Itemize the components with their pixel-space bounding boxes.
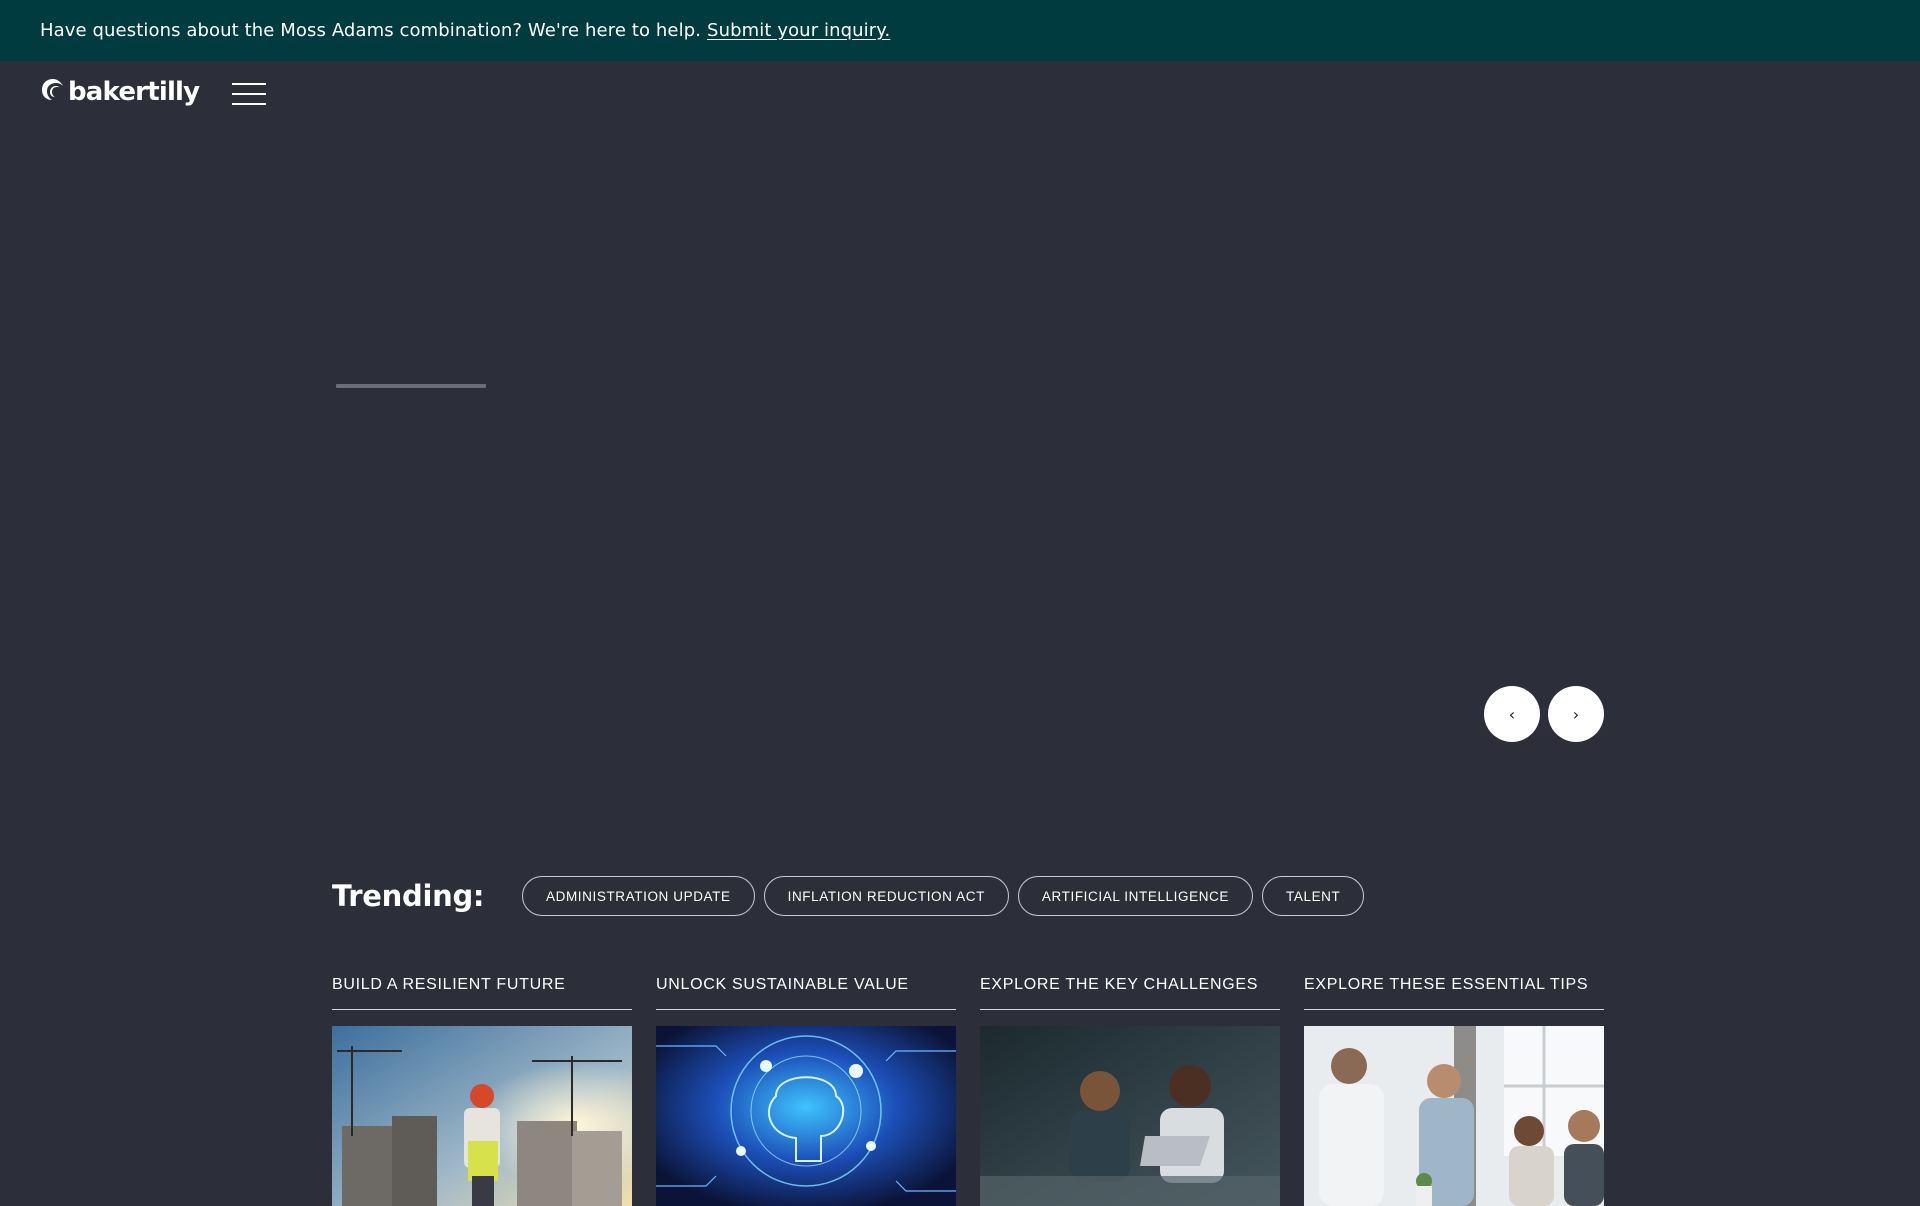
hamburger-menu-icon[interactable] <box>232 81 266 107</box>
colleagues-laptop-image <box>980 1026 1280 1206</box>
card-title: BUILD A RESILIENT FUTURE <box>332 970 632 1010</box>
office-meeting-image <box>1304 1026 1604 1206</box>
logo-wordmark: bakertilly <box>68 77 200 107</box>
carousel-next-button[interactable]: › <box>1548 686 1604 742</box>
carousel-prev-button[interactable]: ‹ <box>1484 686 1540 742</box>
submit-inquiry-link[interactable]: Submit your inquiry. <box>707 20 890 41</box>
ai-brain-image <box>656 1026 956 1206</box>
trending-tag-administration-update[interactable]: ADMINISTRATION UPDATE <box>522 876 755 916</box>
menu-line <box>232 103 266 105</box>
card-build-resilient-future[interactable]: BUILD A RESILIENT FUTURE <box>332 970 632 1206</box>
trending-tag-talent[interactable]: TALENT <box>1262 876 1365 916</box>
card-unlock-sustainable-value[interactable]: UNLOCK SUSTAINABLE VALUE <box>656 970 956 1206</box>
card-explore-essential-tips[interactable]: EXPLORE THESE ESSENTIAL TIPS <box>1304 970 1604 1206</box>
card-title: UNLOCK SUSTAINABLE VALUE <box>656 970 956 1010</box>
card-explore-key-challenges[interactable]: EXPLORE THE KEY CHALLENGES <box>980 970 1280 1206</box>
announcement-text: Have questions about the Moss Adams comb… <box>40 20 702 41</box>
announcement-bar: Have questions about the Moss Adams comb… <box>0 0 1920 61</box>
trending-bar: Trending: ADMINISTRATION UPDATE INFLATIO… <box>332 876 1373 916</box>
chevron-left-icon: ‹ <box>1508 704 1516 724</box>
feature-cards: BUILD A RESILIENT FUTURE UNLOCK SUSTAINA… <box>332 970 1604 1206</box>
site-header: bakertilly <box>0 61 1920 127</box>
bakertilly-swirl-icon <box>42 79 63 100</box>
trending-tag-artificial-intelligence[interactable]: ARTIFICIAL INTELLIGENCE <box>1017 876 1254 916</box>
construction-worker-image <box>332 1026 632 1206</box>
menu-line <box>232 83 266 85</box>
slide-progress-bar <box>336 384 486 388</box>
chevron-right-icon: › <box>1572 704 1580 724</box>
card-title: EXPLORE THE KEY CHALLENGES <box>980 970 1280 1010</box>
card-title: EXPLORE THESE ESSENTIAL TIPS <box>1304 970 1604 1010</box>
menu-line <box>232 93 266 95</box>
trending-tag-inflation-reduction-act[interactable]: INFLATION REDUCTION ACT <box>763 876 1009 916</box>
bakertilly-logo[interactable]: bakertilly <box>40 73 200 107</box>
trending-label: Trending: <box>332 879 485 913</box>
